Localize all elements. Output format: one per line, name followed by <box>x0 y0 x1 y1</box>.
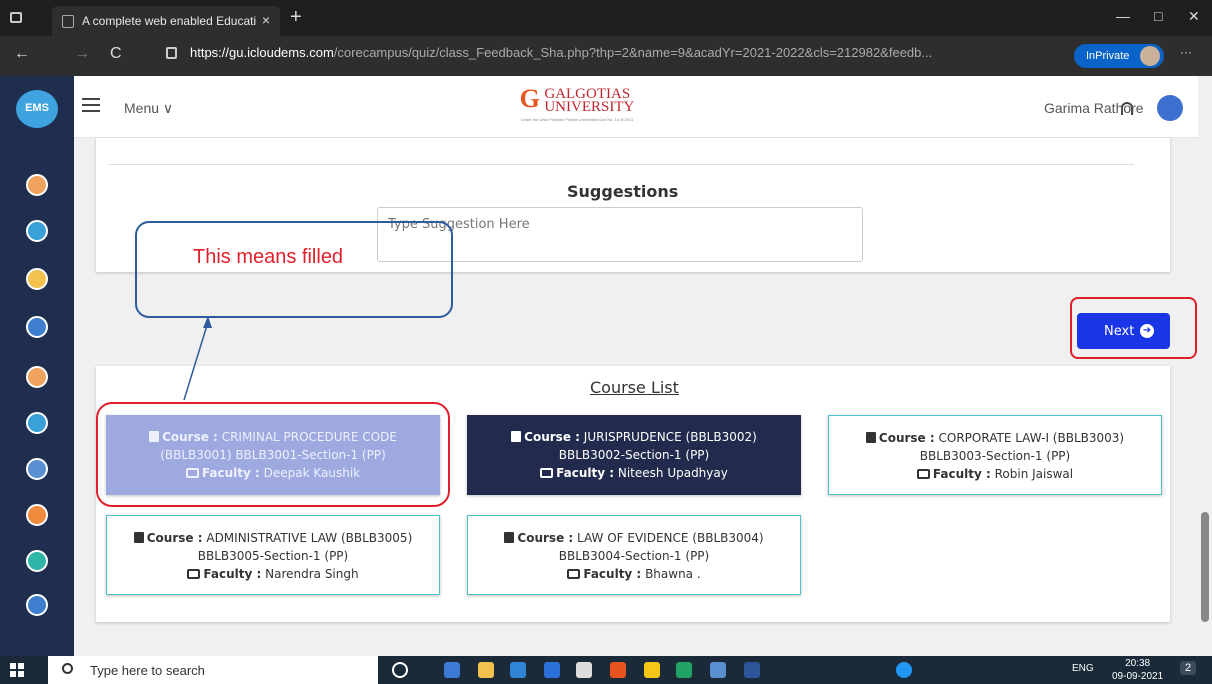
clock-time: 20:38 <box>1125 658 1151 669</box>
file-explorer-icon[interactable] <box>478 662 494 678</box>
office-icon[interactable] <box>610 662 626 678</box>
app-icon[interactable] <box>576 662 592 678</box>
taskbar-search[interactable]: Type here to search <box>48 656 378 684</box>
word-icon[interactable] <box>744 662 760 678</box>
taskbar-clock[interactable]: 20:38 09-09-2021 <box>1112 657 1163 683</box>
windows-start-icon[interactable] <box>10 663 24 677</box>
annotation-arrow <box>183 316 212 401</box>
cortana-icon[interactable] <box>392 662 408 678</box>
tray-lang[interactable]: ENG <box>1072 663 1094 674</box>
search-icon <box>62 663 73 674</box>
notifications-badge[interactable]: 2 <box>1180 661 1197 675</box>
help-icon[interactable] <box>896 662 912 678</box>
taskbar-search-placeholder: Type here to search <box>90 663 205 678</box>
excel-icon[interactable] <box>676 662 692 678</box>
clock-date: 09-09-2021 <box>1112 671 1164 682</box>
scrollbar-thumb[interactable] <box>1201 512 1209 622</box>
sticky-notes-icon[interactable] <box>644 662 660 678</box>
onenote-icon[interactable] <box>710 662 726 678</box>
edge-icon[interactable] <box>444 662 460 678</box>
mail-icon[interactable] <box>510 662 526 678</box>
dropbox-icon[interactable] <box>544 662 560 678</box>
